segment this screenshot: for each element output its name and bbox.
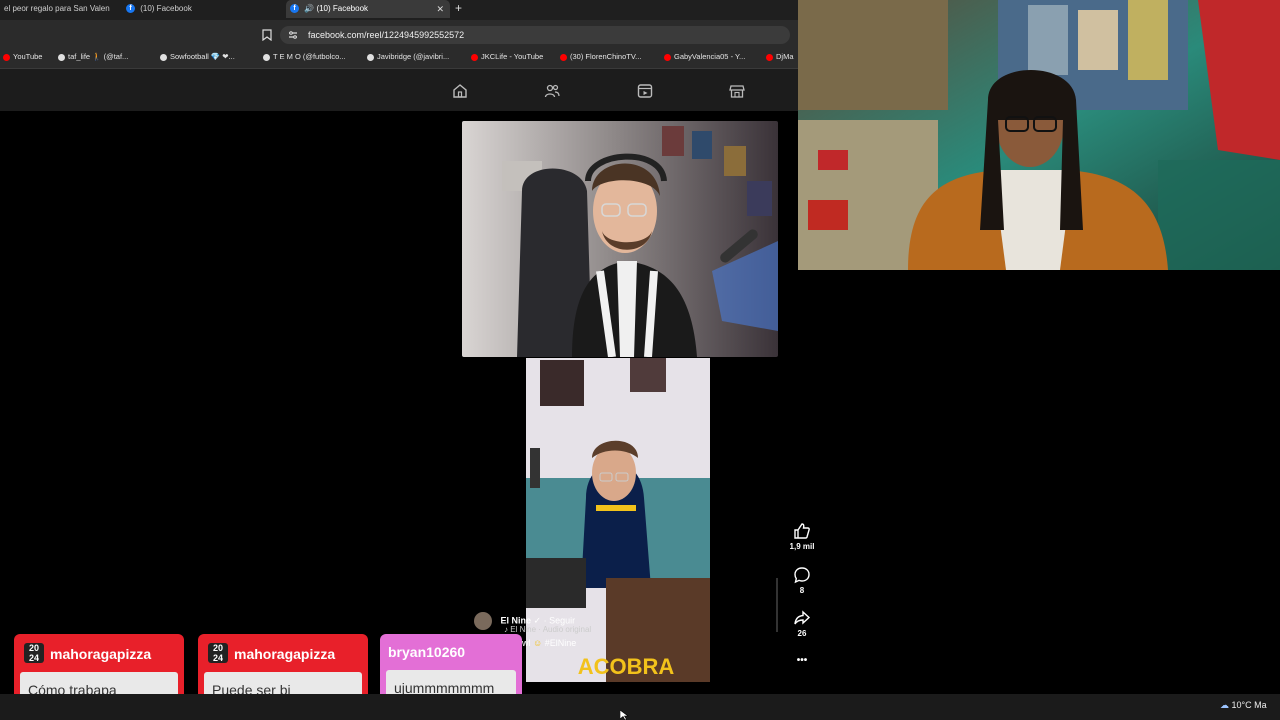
emoji-icon: ☺ xyxy=(533,638,543,648)
avatar[interactable] xyxy=(474,612,492,630)
browser-tab-bar: el peor regalo para San Valen f (10) Fac… xyxy=(0,0,798,20)
music-icon: ♪ xyxy=(504,625,508,634)
youtube-icon xyxy=(766,53,773,61)
youtube-icon xyxy=(664,53,671,61)
tiktok-icon xyxy=(160,53,167,61)
share-button[interactable]: 26 xyxy=(786,609,818,638)
like-count: 1,9 mil xyxy=(789,542,815,551)
clip-overlay-text: ACOBRA xyxy=(578,654,675,679)
mouse-cursor-icon xyxy=(620,710,629,720)
youtube-icon xyxy=(560,53,567,61)
bookmark-item[interactable]: YouTube xyxy=(3,52,49,61)
facebook-icon: f xyxy=(126,4,135,14)
chat-username: mahoragapizza xyxy=(50,646,152,662)
share-icon xyxy=(794,610,811,625)
streamer-video-image xyxy=(462,121,778,357)
marketplace-icon[interactable] xyxy=(729,83,745,99)
share-count: 26 xyxy=(797,629,807,638)
year-badge-icon: 20 24 xyxy=(208,643,228,663)
os-taskbar xyxy=(0,694,1280,720)
bookmark-item[interactable]: taf_life 🚶 (@taf... xyxy=(58,52,152,61)
friends-icon[interactable] xyxy=(544,83,560,99)
caption-prefix: wl xyxy=(522,638,531,648)
facebook-icon: f xyxy=(290,4,299,14)
youtube-icon xyxy=(471,53,478,61)
youtube-icon xyxy=(3,53,10,61)
tab-san-valentin[interactable]: el peor regalo para San Valen xyxy=(0,0,122,18)
close-tab-icon[interactable]: ✕ xyxy=(436,0,444,18)
chat-username: bryan10260 xyxy=(388,644,466,660)
bookmark-item[interactable]: GabyValencia05 - Y... xyxy=(664,52,760,61)
tiktok-icon xyxy=(367,53,374,61)
bookmark-item[interactable]: Sowfootball 💎 ❤... xyxy=(160,52,254,61)
comment-count: 8 xyxy=(799,586,805,595)
follow-button[interactable]: Seguir xyxy=(549,615,575,625)
chat-username: mahoragapizza xyxy=(234,646,336,662)
comment-button[interactable]: 8 xyxy=(786,566,818,595)
weather-widget[interactable]: ☁ 10°C Ma xyxy=(1220,700,1267,711)
like-button[interactable]: 1,9 mil xyxy=(786,522,818,551)
facebook-top-nav xyxy=(0,69,798,111)
bookmark-item[interactable]: DjMa xyxy=(766,52,798,61)
audio-label[interactable]: El Nine · Audio original xyxy=(510,625,591,634)
tab-label: (10) Facebook xyxy=(140,4,192,13)
bookmark-item[interactable]: T E M O (@futbolco... xyxy=(263,52,359,61)
tab-facebook-active[interactable]: f 🔊 (10) Facebook ✕ xyxy=(286,0,450,18)
verified-icon: ✓ xyxy=(533,615,542,626)
new-tab-button[interactable]: + xyxy=(455,1,462,15)
more-options-button[interactable]: ••• xyxy=(786,655,818,666)
speaker-icon: 🔊 xyxy=(304,4,315,13)
reel-scrollbar[interactable] xyxy=(776,578,778,632)
webcam-image xyxy=(798,0,1280,270)
like-icon xyxy=(794,523,810,539)
cloud-sun-icon: ☁ xyxy=(1220,700,1229,710)
weather-text: 10°C Ma xyxy=(1231,700,1267,710)
tab-label: el peor regalo para San Valen xyxy=(4,4,110,13)
bookmark-item[interactable]: Javibridge (@javibri... xyxy=(367,52,461,61)
more-icon: ••• xyxy=(796,655,808,666)
video-icon[interactable] xyxy=(637,83,653,99)
webcam-overlay xyxy=(798,0,1280,270)
site-info-icon[interactable] xyxy=(288,30,298,40)
comment-icon xyxy=(794,567,810,584)
url-text: facebook.com/reel/1224945992552572 xyxy=(308,30,465,40)
tiktok-icon xyxy=(263,53,270,61)
home-icon[interactable] xyxy=(452,83,468,99)
tab-label: (10) Facebook xyxy=(316,4,369,13)
bookmark-icon[interactable] xyxy=(262,29,272,41)
bookmark-item[interactable]: JKCLife - YouTube xyxy=(471,52,559,61)
reel-video-top-streamer[interactable] xyxy=(462,121,778,357)
hashtag-link[interactable]: #ElNine xyxy=(545,638,577,648)
tab-facebook-1[interactable]: f (10) Facebook xyxy=(122,0,286,18)
url-input[interactable]: facebook.com/reel/1224945992552572 xyxy=(280,26,790,44)
year-badge-icon: 20 24 xyxy=(24,643,44,663)
creator-name[interactable]: El Nine xyxy=(501,615,532,625)
tiktok-icon xyxy=(58,53,65,61)
bookmark-item[interactable]: (30) FlorenChinoTV... xyxy=(560,52,654,61)
